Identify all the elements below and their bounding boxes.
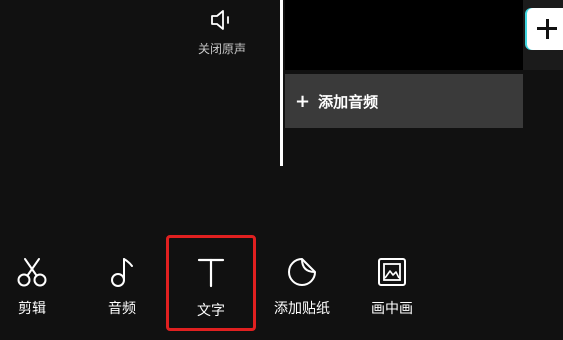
video-track-thumbnail[interactable] — [285, 0, 523, 70]
tool-audio-label: 音频 — [108, 301, 136, 317]
add-audio-track-button[interactable]: + 添加音频 — [285, 74, 523, 128]
tool-edit[interactable]: 剪辑 — [0, 240, 72, 340]
speaker-icon — [211, 10, 229, 30]
sticker-icon — [288, 258, 316, 286]
plus-icon: + — [295, 90, 311, 112]
selected-tool-highlight — [166, 235, 256, 331]
tool-sticker[interactable]: 添加贴纸 — [262, 240, 342, 340]
mute-original-sound-button[interactable]: 关闭原声 — [190, 4, 254, 57]
tool-sticker-label: 添加贴纸 — [274, 301, 330, 317]
tool-audio[interactable]: 音频 — [82, 240, 162, 340]
add-clip-button[interactable] — [527, 8, 563, 50]
scissors-icon — [17, 258, 47, 287]
tool-picture-in-picture[interactable]: 画中画 — [352, 240, 432, 340]
mute-original-sound-label: 关闭原声 — [197, 42, 246, 56]
tool-edit-label: 剪辑 — [18, 301, 46, 317]
playhead[interactable] — [280, 0, 283, 166]
music-note-icon — [111, 258, 133, 287]
bottom-toolbar: 剪辑 音频 文字 添加贴纸 画中画 — [0, 240, 563, 340]
add-audio-label: 添加音频 — [318, 92, 379, 111]
tool-picture-in-picture-label: 画中画 — [371, 301, 413, 317]
picture-in-picture-icon — [378, 258, 406, 286]
